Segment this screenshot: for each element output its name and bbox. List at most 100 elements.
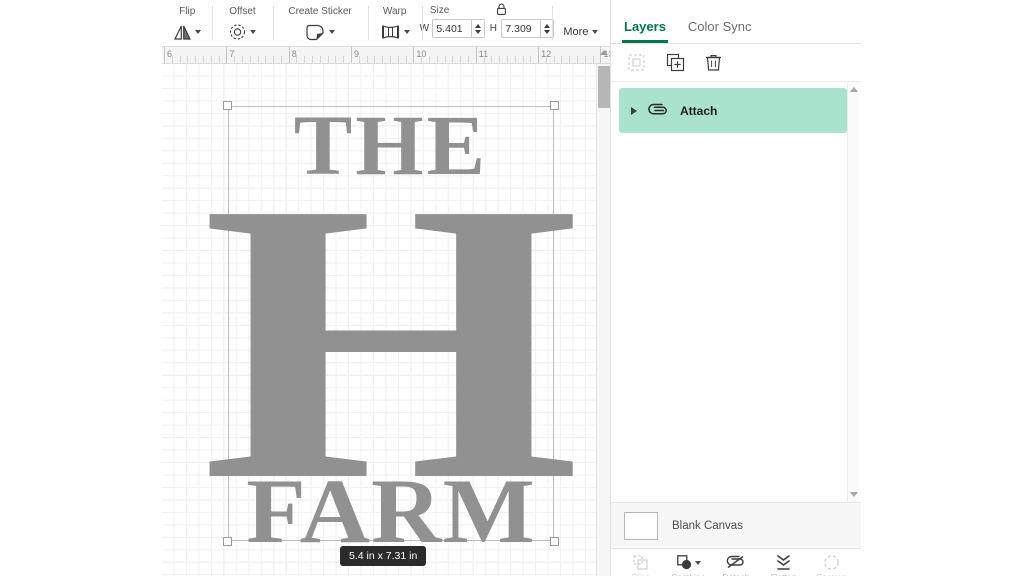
layer-name: Attach (680, 103, 718, 118)
ruler-minor-tick (421, 56, 423, 63)
canvas-layer-row[interactable]: Blank Canvas (611, 502, 861, 548)
combine-caret-icon[interactable] (694, 560, 701, 565)
detach-icon (726, 555, 745, 570)
ruler-minor-tick (171, 56, 173, 63)
combine-button[interactable]: Combine (665, 554, 711, 576)
ruler-tick-label: 12 (541, 49, 552, 59)
size-tool: Size W H (420, 0, 555, 46)
canvas-area[interactable]: 678910111213 THE H FARM 5.4 in x 7.31 in (162, 47, 610, 576)
create-sticker-caret-icon[interactable] (329, 30, 336, 34)
tab-color-sync[interactable]: Color Sync (688, 19, 752, 43)
tab-layers[interactable]: Layers (622, 19, 668, 43)
ruler-minor-tick (397, 56, 399, 63)
width-field[interactable] (432, 19, 486, 38)
ruler-minor-tick (553, 56, 555, 63)
warp-caret-icon[interactable] (403, 30, 410, 34)
ruler-minor-tick (210, 56, 212, 63)
offset-icon (228, 23, 247, 41)
ruler-minor-tick (436, 56, 438, 63)
ruler-minor-tick (319, 56, 321, 63)
flatten-button[interactable]: Flatten (761, 554, 807, 576)
detach-button[interactable]: Detach (713, 554, 759, 576)
ruler-collapse-icon[interactable] (600, 50, 608, 55)
canvas-vertical-scrollbar[interactable] (596, 64, 610, 576)
more-tool[interactable]: More (551, 0, 610, 46)
ruler-minor-tick (241, 56, 243, 63)
height-stepper-up-icon[interactable] (544, 23, 551, 28)
ruler-minor-tick (491, 56, 493, 63)
canvas-color-swatch[interactable] (624, 511, 658, 540)
ruler-minor-tick (358, 56, 360, 63)
height-input[interactable] (502, 20, 541, 37)
layer-item-attach[interactable]: Attach (619, 88, 847, 133)
ruler-minor-tick (218, 56, 220, 63)
contour-button[interactable]: Contour (808, 554, 854, 576)
duplicate-icon[interactable] (666, 53, 685, 72)
ruler-minor-tick (530, 56, 532, 63)
scroll-down-icon[interactable] (850, 492, 858, 497)
layer-toolbar (611, 44, 861, 82)
app-root: Flip Offset Create Sticker Warp Size W 5… (0, 0, 1024, 576)
offset-caret-icon[interactable] (250, 30, 257, 34)
ruler-minor-tick (444, 56, 446, 63)
slice-button[interactable]: Slice (618, 554, 664, 576)
canvas-grid[interactable]: THE H FARM 5.4 in x 7.31 in (162, 64, 596, 576)
ruler-minor-tick (187, 56, 189, 63)
height-field[interactable] (501, 19, 555, 38)
ruler-minor-tick (273, 56, 275, 63)
ruler-minor-tick (467, 56, 469, 63)
lock-closed-icon (496, 3, 507, 16)
layer-list: Attach (611, 82, 861, 502)
layer-list-scrollbar[interactable] (847, 82, 859, 502)
size-lock-toggle[interactable] (490, 1, 514, 17)
panel-tabs: Layers Color Sync (611, 0, 861, 44)
ruler-minor-tick (265, 56, 267, 63)
group-icon[interactable] (627, 53, 646, 72)
combine-icon (676, 554, 693, 571)
ruler-minor-tick (460, 56, 462, 63)
ruler-minor-tick (561, 56, 563, 63)
resize-handle-bottom-left[interactable] (223, 537, 232, 546)
resize-handle-top-left[interactable] (223, 101, 232, 110)
delete-icon[interactable] (705, 53, 722, 72)
scroll-up-icon[interactable] (850, 87, 858, 92)
design-selection[interactable]: THE H FARM (201, 101, 581, 557)
more-label: More (563, 26, 589, 38)
flip-label: Flip (179, 6, 196, 17)
ruler-minor-tick (390, 56, 392, 63)
warp-tool[interactable]: Warp (367, 0, 422, 46)
ruler-minor-tick (202, 56, 204, 63)
ruler-minor-tick (195, 56, 197, 63)
resize-handle-bottom-right[interactable] (550, 537, 559, 546)
right-panel: Layers Color Sync Attach Blank Canvas (610, 0, 1024, 576)
layers-panel: Layers Color Sync Attach Blank Canvas (610, 0, 861, 576)
ruler-tick-label: 11 (478, 49, 489, 59)
ruler-minor-tick (545, 56, 547, 63)
resize-handle-top-right[interactable] (550, 101, 559, 110)
ruler-minor-tick (296, 56, 298, 63)
width-input[interactable] (433, 20, 472, 37)
flip-tool[interactable]: Flip (162, 0, 212, 46)
width-stepper[interactable] (471, 20, 485, 37)
ruler-minor-tick (405, 56, 407, 63)
canvas-scrollbar-thumb[interactable] (598, 66, 610, 108)
flip-caret-icon[interactable] (195, 30, 202, 34)
ruler-minor-tick (234, 56, 236, 63)
ruler-minor-tick (452, 56, 454, 63)
ruler-minor-tick (249, 56, 251, 63)
offset-tool[interactable]: Offset (212, 0, 272, 46)
height-stepper-down-icon[interactable] (544, 29, 551, 34)
width-stepper-up-icon[interactable] (475, 23, 482, 28)
ruler-minor-tick (343, 56, 345, 63)
ruler-minor-tick (577, 56, 579, 63)
ruler-minor-tick (569, 56, 571, 63)
ruler-minor-tick (584, 56, 586, 63)
ruler-minor-tick (312, 56, 314, 63)
ruler-minor-tick (335, 56, 337, 63)
canvas-layer-label: Blank Canvas (672, 519, 743, 532)
chevron-right-icon[interactable] (631, 106, 637, 115)
width-stepper-down-icon[interactable] (475, 29, 482, 34)
ruler-minor-tick (280, 56, 282, 63)
create-sticker-tool[interactable]: Create Sticker (272, 0, 368, 46)
more-caret-icon[interactable] (592, 30, 599, 34)
